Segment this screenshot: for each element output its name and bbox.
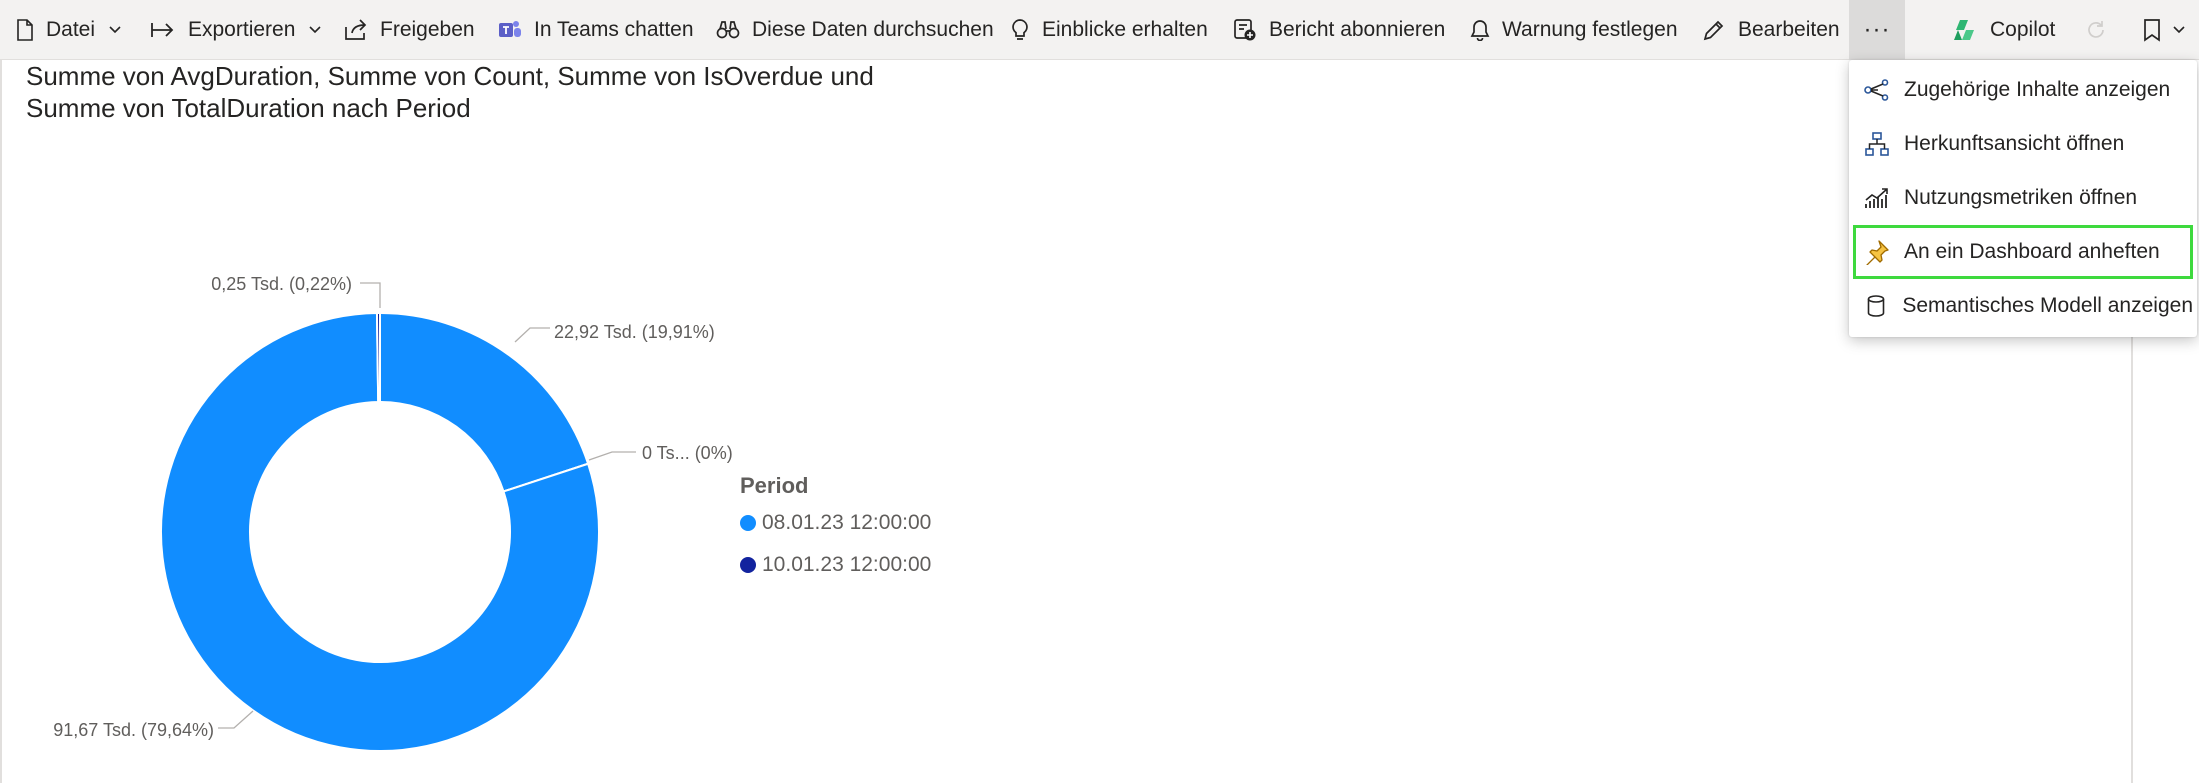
menu-item-label: An ein Dashboard anheften (1904, 240, 2160, 263)
leader-line-slice-1 (514, 327, 550, 343)
copilot-label: Copilot (1990, 18, 2056, 41)
data-label-slice-1: 22,92 Tsd. (19,91%) (554, 322, 715, 342)
menu-item-related-content[interactable]: Zugehörige Inhalte anzeigen (1853, 63, 2193, 117)
leader-line-slice-4 (360, 282, 381, 308)
legend-label-1: 08.01.23 12:00:00 (762, 511, 932, 534)
bookmark-icon (2144, 19, 2160, 42)
refresh-icon (2088, 21, 2104, 38)
more-options-button[interactable]: ··· (1849, 0, 1905, 60)
bookmark-button[interactable] (2143, 0, 2185, 60)
legend-title: Period (740, 473, 809, 498)
menu-item-label: Zugehörige Inhalte anzeigen (1904, 78, 2171, 101)
menu-item-pin-to-dashboard[interactable]: An ein Dashboard anheften (1853, 225, 2193, 279)
pin-icon (1862, 237, 1892, 267)
data-label-slice-2: 0 Ts... (0%) (642, 443, 733, 463)
leader-line-slice-3 (218, 710, 254, 729)
related-content-icon (1862, 75, 1892, 105)
copilot-button[interactable]: Copilot (1952, 0, 2055, 60)
get-insights-button[interactable]: Einblicke erhalten (1010, 0, 1208, 60)
lineage-icon (1862, 129, 1892, 159)
data-label-slice-3: 91,67 Tsd. (79,64%) (53, 720, 214, 740)
donut-chart[interactable]: 22,92 Tsd. (19,91%) 0 Ts... (0%) 91,67 T… (0, 0, 1000, 783)
get-insights-label: Einblicke erhalten (1042, 18, 1208, 41)
menu-item-label: Herkunftsansicht öffnen (1904, 132, 2125, 155)
more-options-label: ··· (1863, 16, 1891, 43)
semantic-model-icon (1862, 291, 1890, 321)
menu-item-usage-metrics[interactable]: Nutzungsmetriken öffnen (1853, 171, 2193, 225)
subscribe-icon (1234, 19, 1256, 41)
data-label-slice-4: 0,25 Tsd. (0,22%) (211, 274, 352, 294)
set-alert-label: Warnung festlegen (1502, 18, 1678, 41)
donut-slices (160, 311, 600, 752)
chevron-down-icon (2173, 26, 2185, 34)
menu-item-label: Semantisches Modell anzeigen (1902, 294, 2193, 317)
menu-item-label: Nutzungsmetriken öffnen (1904, 186, 2138, 209)
legend-item-2[interactable]: 10.01.23 12:00:00 (740, 550, 931, 580)
bell-icon (1470, 20, 1490, 41)
edit-button[interactable]: Bearbeiten (1702, 0, 1840, 60)
legend-label-2: 10.01.23 12:00:00 (762, 553, 932, 576)
refresh-button[interactable] (2085, 0, 2107, 60)
copilot-icon (1954, 20, 1974, 40)
menu-item-lineage[interactable]: Herkunftsansicht öffnen (1853, 117, 2193, 171)
menu-item-semantic-model[interactable]: Semantisches Modell anzeigen (1853, 279, 2193, 333)
set-alert-button[interactable]: Warnung festlegen (1470, 0, 1678, 60)
edit-label: Bearbeiten (1738, 18, 1840, 41)
legend-item-1[interactable]: 08.01.23 12:00:00 (740, 508, 931, 538)
leader-line-slice-2 (588, 451, 636, 461)
subscribe-report-button[interactable]: Bericht abonnieren (1233, 0, 1445, 60)
more-options-menu: Zugehörige Inhalte anzeigen Herkunftsans… (1849, 60, 2197, 337)
donut-slice-4[interactable] (375, 311, 381, 404)
lightbulb-icon (1012, 19, 1028, 40)
legend-dot-1 (740, 515, 756, 531)
pencil-icon (1703, 20, 1724, 41)
usage-metrics-icon (1862, 183, 1892, 213)
legend-dot-2 (740, 557, 756, 573)
subscribe-report-label: Bericht abonnieren (1269, 18, 1446, 41)
